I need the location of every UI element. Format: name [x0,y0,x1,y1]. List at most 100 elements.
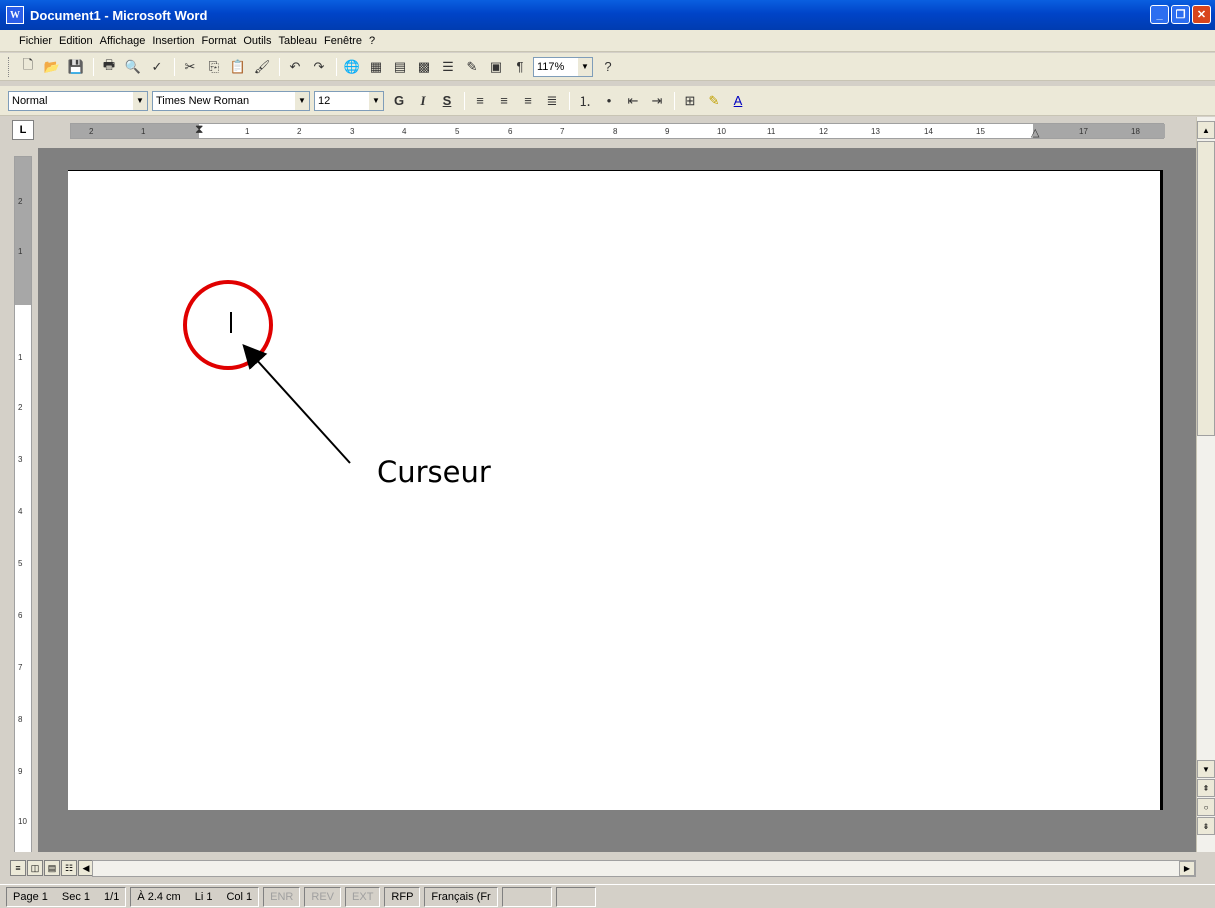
vruler-tick: 9 [18,767,23,776]
decrease-indent-icon[interactable]: ⇤ [622,90,644,112]
previous-page-icon[interactable]: ⇞ [1197,779,1215,797]
ruler-tick: 12 [819,127,828,136]
borders-icon[interactable]: ⊞ [679,90,701,112]
vruler-tick: 10 [18,817,27,826]
italic-button[interactable]: I [412,90,434,112]
title-bar: W Document1 - Microsoft Word _ ❐ ✕ [0,0,1215,30]
document-map-icon[interactable]: ▣ [485,56,507,78]
open-folder-icon[interactable]: 📂 [41,56,63,78]
font-select[interactable]: Times New Roman ▼ [152,90,310,111]
menu-edition[interactable]: Edition [56,35,96,47]
font-size-select[interactable]: 12 ▼ [314,90,384,111]
menu-tableau[interactable]: Tableau [276,35,321,47]
copy-icon[interactable]: ⎘ [203,56,225,78]
vertical-scrollbar[interactable]: ▲ ▼ ⇞ ○ ⇟ [1196,117,1215,852]
style-value: Normal [12,94,48,107]
outline-view-icon[interactable]: ☷ [61,860,77,876]
zoom-value: 117% [537,60,565,73]
horizontal-scrollbar[interactable]: ▶ [92,860,1196,877]
ruler-tick: 2 [297,127,302,136]
menu-fenetre[interactable]: Fenêtre [321,35,365,47]
scroll-right-icon[interactable]: ▶ [1179,861,1195,876]
ruler-tick: 9 [665,127,670,136]
ruler-row: L 2 1 1 2 3 4 5 6 7 8 9 10 11 12 13 14 1… [0,117,1215,145]
justify-icon[interactable]: ≣ [541,90,563,112]
status-rfp[interactable]: RFP [384,886,421,907]
align-right-icon[interactable]: ≡ [517,90,539,112]
underline-button[interactable]: S [436,90,458,112]
chevron-down-icon[interactable]: ▼ [369,91,383,110]
vertical-scroll-thumb[interactable] [1197,141,1215,436]
select-browse-object-icon[interactable]: ○ [1197,798,1215,816]
align-left-icon[interactable]: ≡ [469,90,491,112]
status-ext[interactable]: EXT [345,886,381,907]
save-icon[interactable]: 💾 [65,56,87,78]
vruler-tick: 1 [18,353,23,362]
numbering-icon[interactable]: ⒈ [574,90,596,112]
right-indent-icon[interactable]: △ [1031,126,1039,139]
close-icon[interactable]: ✕ [1192,5,1211,24]
ruler-tick: 13 [871,127,880,136]
increase-indent-icon[interactable]: ⇥ [646,90,668,112]
style-select[interactable]: Normal ▼ [8,90,148,111]
menu-insertion[interactable]: Insertion [149,35,197,47]
menu-format[interactable]: Format [199,35,240,47]
chevron-down-icon[interactable]: ▼ [133,91,147,110]
insert-excel-icon[interactable]: ▩ [413,56,435,78]
format-painter-icon[interactable]: 🖌 [251,56,273,78]
menu-help[interactable]: ? [366,35,378,47]
tables-borders-icon[interactable]: ▦ [365,56,387,78]
status-rev[interactable]: REV [304,886,342,907]
highlight-icon[interactable]: ✎ [703,90,725,112]
menu-affichage[interactable]: Affichage [97,35,149,47]
status-language[interactable]: Français (Fr [424,886,498,907]
paste-icon[interactable]: 📋 [227,56,249,78]
font-color-icon[interactable]: A [727,90,749,112]
help-icon[interactable]: ? [597,56,619,78]
status-page: Page 1 [13,890,48,903]
window-title: Document1 - Microsoft Word [30,7,208,23]
cut-icon[interactable]: ✂ [179,56,201,78]
columns-icon[interactable]: ☰ [437,56,459,78]
ruler-tick: 7 [560,127,565,136]
bullets-icon[interactable]: • [598,90,620,112]
chevron-down-icon[interactable]: ▼ [295,91,309,110]
minimize-icon[interactable]: _ [1150,5,1169,24]
new-document-icon[interactable]: 🗋 [17,56,39,78]
vruler-tick: 3 [18,455,23,464]
drawing-icon[interactable]: ✎ [461,56,483,78]
print-layout-icon[interactable]: ▤ [44,860,60,876]
zoom-select[interactable]: 117% ▼ [533,56,593,77]
bold-button[interactable]: G [388,90,410,112]
horizontal-bar: ≡ ◫ ▤ ☷ ◀ ▶ [0,852,1215,884]
first-line-indent-icon[interactable]: ⧗ [195,122,203,137]
print-preview-icon[interactable]: 🔍 [122,56,144,78]
word-app-icon[interactable]: W [6,6,24,24]
tab-selector-button[interactable]: L [12,120,34,140]
toolbar-grip[interactable] [8,56,11,77]
redo-icon[interactable]: ↷ [308,56,330,78]
print-icon[interactable]: 🖶 [98,56,120,78]
horizontal-ruler[interactable]: 2 1 1 2 3 4 5 6 7 8 9 10 11 12 13 14 15 … [70,122,1165,139]
spelling-icon[interactable]: ✓ [146,56,168,78]
vertical-ruler[interactable]: 2 1 1 2 3 4 5 6 7 8 9 10 [14,156,32,901]
web-view-icon[interactable]: ◫ [27,860,43,876]
menu-outils[interactable]: Outils [240,35,274,47]
next-page-icon[interactable]: ⇟ [1197,817,1215,835]
scroll-up-icon[interactable]: ▲ [1197,121,1215,139]
align-center-icon[interactable]: ≡ [493,90,515,112]
chevron-down-icon[interactable]: ▼ [578,57,592,76]
restore-icon[interactable]: ❐ [1171,5,1190,24]
normal-view-icon[interactable]: ≡ [10,860,26,876]
menu-fichier[interactable]: Fichier [16,35,55,47]
ruler-tick: 2 [89,127,94,136]
document-page[interactable]: Curseur [68,170,1163,810]
status-enr[interactable]: ENR [263,886,301,907]
show-hide-icon[interactable]: ¶ [509,56,531,78]
font-size-value: 12 [318,94,331,107]
hyperlink-icon[interactable]: 🌐 [341,56,363,78]
vruler-tick: 6 [18,611,23,620]
insert-table-icon[interactable]: ▤ [389,56,411,78]
undo-icon[interactable]: ↶ [284,56,306,78]
scroll-down-icon[interactable]: ▼ [1197,760,1215,778]
